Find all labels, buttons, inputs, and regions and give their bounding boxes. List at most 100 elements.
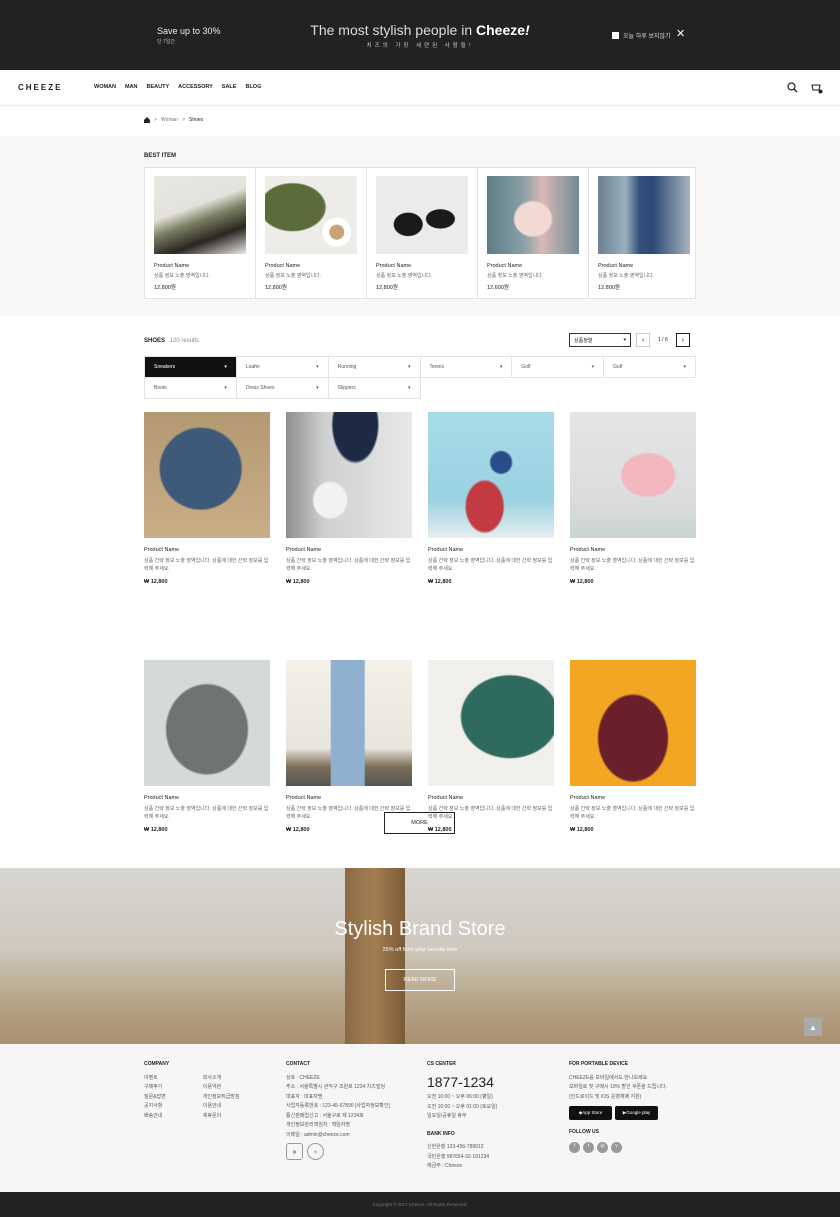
footer-heading: COMPANY bbox=[144, 1061, 170, 1067]
filter-tennis[interactable]: Tennis ▾ bbox=[420, 357, 513, 378]
facebook-icon[interactable]: f bbox=[569, 1141, 580, 1153]
product-name[interactable]: Product Name bbox=[428, 547, 554, 553]
device-line: 모바일로 첫 구매시 10% 할인 쿠폰을 드립니다. bbox=[569, 1084, 667, 1090]
footer-company: COMPANY 이벤트 구매후기 질문&답변 공지사항 배송안내 회사소개 이용… bbox=[144, 1060, 240, 1121]
product-image[interactable] bbox=[376, 176, 468, 254]
product-name[interactable]: Product Name bbox=[154, 263, 246, 269]
product-name[interactable]: Product Name bbox=[570, 547, 696, 553]
nav-woman[interactable]: WOMAN bbox=[94, 84, 116, 90]
product-card[interactable]: Product Name 상품 간략 정보 노출 영역입니다. 상품에 대한 간… bbox=[428, 412, 554, 585]
filter-golf[interactable]: Golf ▾ bbox=[604, 357, 696, 378]
footer-link[interactable]: 제휴문의 bbox=[203, 1112, 240, 1122]
footer-link[interactable]: 배송안내 bbox=[144, 1112, 166, 1122]
next-page-button[interactable]: › bbox=[675, 333, 690, 347]
banner-title: Stylish Brand Store bbox=[334, 918, 506, 940]
product-card[interactable]: Product Name 상품 간략 정보 노출 영역입니다. 상품에 대한 간… bbox=[570, 660, 696, 833]
product-image[interactable] bbox=[265, 176, 357, 254]
product-image[interactable] bbox=[286, 412, 412, 538]
nav-man[interactable]: MAN bbox=[125, 84, 138, 90]
footer-link[interactable]: 회사소개 bbox=[203, 1074, 240, 1084]
product-card[interactable]: Product Name 상품 간략 정보 노출 영역입니다. 상품에 대한 간… bbox=[286, 412, 412, 585]
scroll-top-button[interactable]: ▲ bbox=[804, 1018, 822, 1036]
product-desc: 상품 간략 정보 노출 영역입니다. 상품에 대한 간략 정보를 입력해 주세요… bbox=[570, 806, 695, 820]
filter-slippers[interactable]: Slippers ▾ bbox=[328, 378, 421, 399]
cart-icon[interactable] bbox=[811, 82, 823, 94]
more-button[interactable]: MORE bbox=[384, 812, 455, 834]
product-name[interactable]: Product Name bbox=[376, 263, 468, 269]
nav-accessory[interactable]: ACCESSORY bbox=[178, 84, 213, 90]
product-desc: 상품 간략 정보 노출 영역입니다. 상품에 대한 간략 정보를 입력해 주세요… bbox=[144, 806, 269, 820]
footer-link[interactable]: 공지사항 bbox=[144, 1102, 166, 1112]
product-name[interactable]: Product Name bbox=[428, 795, 554, 801]
bank-line: 국민은행 987654-32-101234 bbox=[427, 1153, 490, 1160]
app-store-button[interactable]: ◆ App Store bbox=[569, 1106, 612, 1120]
product-image[interactable] bbox=[144, 412, 270, 538]
footer-link[interactable]: 이벤트 bbox=[144, 1074, 166, 1084]
breadcrumb-woman[interactable]: Woman bbox=[161, 117, 178, 123]
footer-link[interactable]: 이용안내 bbox=[203, 1102, 240, 1112]
checkbox-box[interactable] bbox=[612, 32, 619, 39]
best-item-card[interactable]: Product Name 상품 정보 노출 영역입니다. 12,600원 bbox=[478, 168, 589, 298]
footer-link[interactable]: 구매후기 bbox=[144, 1083, 166, 1093]
product-card[interactable]: Product Name 상품 간략 정보 노출 영역입니다. 상품에 대한 간… bbox=[144, 660, 270, 833]
product-image[interactable] bbox=[598, 176, 690, 254]
filter-boots[interactable]: Boots ▾ bbox=[145, 378, 237, 399]
escrow-badge-icon[interactable]: ▦ bbox=[286, 1143, 303, 1160]
chevron-left-icon: ‹ bbox=[641, 336, 645, 344]
footer-link[interactable]: 질문&답변 bbox=[144, 1093, 166, 1103]
read-more-button[interactable]: READ MORE bbox=[385, 969, 455, 991]
product-image[interactable] bbox=[144, 660, 270, 786]
product-name[interactable]: Product Name bbox=[144, 547, 270, 553]
product-name[interactable]: Product Name bbox=[487, 263, 579, 269]
google-play-button[interactable]: ▶ Google play bbox=[615, 1106, 658, 1120]
filter-sneakers[interactable]: Sneakers ▾ bbox=[145, 357, 237, 378]
product-image[interactable] bbox=[570, 660, 696, 786]
dont-show-today-checkbox[interactable]: 오늘 하루 보지않기 bbox=[612, 31, 671, 40]
filter-dress-shoes[interactable]: Dress Shoes ▾ bbox=[236, 378, 329, 399]
filter-label: Tennis bbox=[429, 364, 444, 370]
product-name[interactable]: Product Name bbox=[598, 263, 690, 269]
footer-cs: CS CENTER 1877-1234 오전 10:00 ~ 오후 06:00 … bbox=[427, 1060, 497, 1172]
product-name[interactable]: Product Name bbox=[286, 547, 412, 553]
vimeo-icon[interactable]: v bbox=[611, 1141, 622, 1153]
product-image[interactable] bbox=[286, 660, 412, 786]
product-image[interactable] bbox=[154, 176, 246, 254]
product-image[interactable] bbox=[428, 412, 554, 538]
best-item-card[interactable]: Product Name 상품 정보 노출 영역입니다. 12,800원 bbox=[589, 168, 699, 298]
google-play-label: Google play bbox=[626, 1109, 651, 1115]
filter-loafer[interactable]: Loafer ▾ bbox=[236, 357, 329, 378]
product-name[interactable]: Product Name bbox=[144, 795, 270, 801]
nav-beauty[interactable]: BEAUTY bbox=[147, 84, 170, 90]
footer-link[interactable]: 이용약관 bbox=[203, 1083, 240, 1093]
product-image[interactable] bbox=[487, 176, 579, 254]
close-icon[interactable]: ✕ bbox=[676, 27, 685, 40]
contact-line: 이메일 : admin@cheeze.com bbox=[286, 1131, 350, 1138]
filter-golf[interactable]: Golf ▾ bbox=[512, 357, 605, 378]
twitter-icon[interactable]: t bbox=[583, 1141, 594, 1153]
product-card[interactable]: Product Name 상품 간략 정보 노출 영역입니다. 상품에 대한 간… bbox=[428, 660, 554, 833]
prev-page-button[interactable]: ‹ bbox=[636, 333, 650, 347]
product-image[interactable] bbox=[570, 412, 696, 538]
product-card[interactable]: Product Name 상품 간략 정보 노출 영역입니다. 상품에 대한 간… bbox=[570, 412, 696, 585]
product-card[interactable]: Product Name 상품 간략 정보 노출 영역입니다. 상품에 대한 간… bbox=[144, 412, 270, 585]
search-icon[interactable] bbox=[787, 82, 798, 93]
logo[interactable]: CHEEZE bbox=[18, 83, 62, 92]
listing-title: SHOES 120 results bbox=[144, 338, 199, 344]
sort-select[interactable]: 상품정렬 ▾ bbox=[569, 333, 631, 347]
product-name[interactable]: Product Name bbox=[286, 795, 412, 801]
best-item-card[interactable]: Product Name 상품 정보 노출 영역입니다. 12,800원 bbox=[145, 168, 256, 298]
nav-sale[interactable]: SALE bbox=[222, 84, 237, 90]
instagram-icon[interactable]: ◎ bbox=[597, 1141, 608, 1153]
filter-running[interactable]: Running ▾ bbox=[328, 357, 421, 378]
certification-badge-icon[interactable]: ◎ bbox=[307, 1143, 324, 1160]
product-card[interactable]: Product Name 상품 간략 정보 노출 영역입니다. 상품에 대한 간… bbox=[286, 660, 412, 833]
product-name[interactable]: Product Name bbox=[265, 263, 357, 269]
best-item-card[interactable]: Product Name 상품 정보 노출 영역입니다. 12,800원 bbox=[256, 168, 367, 298]
best-item-card[interactable]: Product Name 상품 정보 노출 영역입니다. 12,800원 bbox=[367, 168, 478, 298]
product-name[interactable]: Product Name bbox=[570, 795, 696, 801]
nav-blog[interactable]: BLOG bbox=[245, 84, 261, 90]
product-image[interactable] bbox=[428, 660, 554, 786]
filter-label: Slippers bbox=[337, 385, 356, 391]
home-icon[interactable] bbox=[144, 117, 150, 123]
footer-link[interactable]: 개인정보취급방침 bbox=[203, 1093, 240, 1103]
